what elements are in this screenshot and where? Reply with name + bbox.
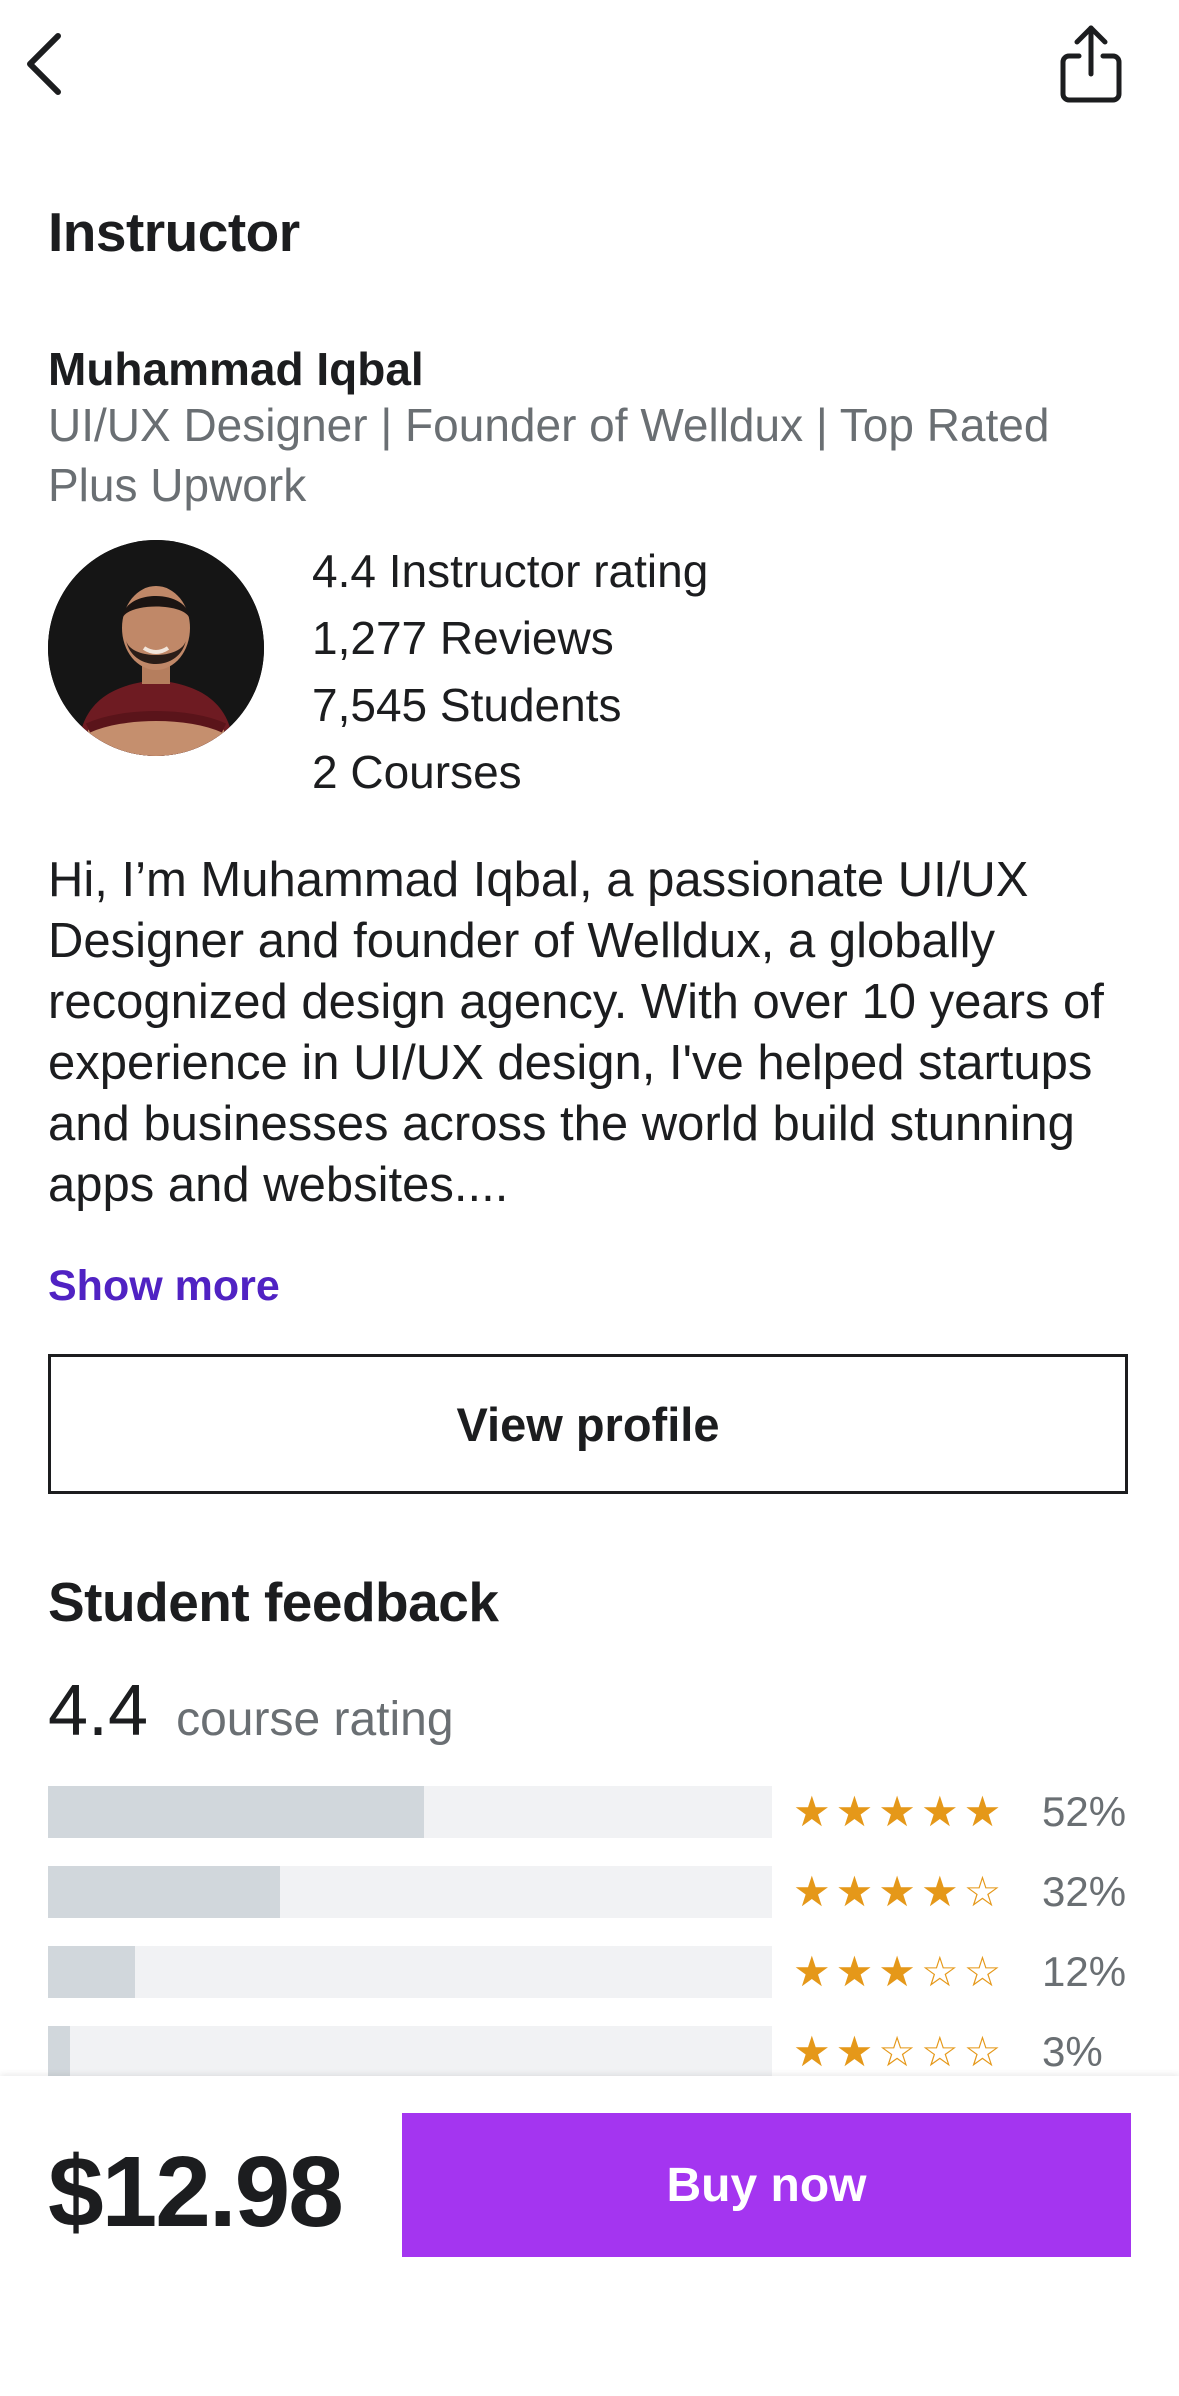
instructor-stats: 4.4 Instructor rating 1,277 Reviews 7,54… — [312, 538, 708, 806]
rating-row-3-star[interactable]: ★★★☆☆ 12% — [48, 1946, 1148, 1998]
instructor-photo — [48, 540, 264, 756]
instructor-reviews: 1,277 Reviews — [312, 612, 614, 664]
show-more-link[interactable]: Show more — [48, 1262, 280, 1311]
rating-row-5-star[interactable]: ★★★★★ 52% — [48, 1786, 1148, 1838]
course-rating-summary: 4.4 course rating — [48, 1670, 454, 1752]
rating-bar-track — [48, 2026, 772, 2078]
star-icons: ★★☆☆☆ — [793, 2028, 1007, 2075]
instructor-avatar[interactable] — [48, 540, 264, 756]
rating-percent: 32% — [1042, 1868, 1127, 1915]
instructor-headline: UI/UX Designer | Founder of Welldux | To… — [48, 399, 1050, 511]
course-price: $12.98 — [48, 2136, 344, 2248]
rating-bar-fill — [48, 1786, 425, 1838]
back-button[interactable] — [20, 28, 70, 100]
share-button[interactable] — [1055, 22, 1127, 106]
course-rating-value: 4.4 — [48, 1671, 149, 1751]
rating-bar-fill — [48, 2026, 70, 2078]
rating-bar-fill — [48, 1866, 280, 1918]
instructor-rating: 4.4 Instructor rating — [312, 545, 709, 597]
student-feedback-title: Student feedback — [48, 1571, 499, 1633]
rating-percent: 52% — [1042, 1788, 1127, 1835]
rating-bar-fill — [48, 1946, 135, 1998]
rating-percent: 3% — [1042, 2028, 1103, 2075]
instructor-name[interactable]: Muhammad Iqbal — [48, 342, 424, 396]
star-icons: ★★★☆☆ — [793, 1948, 1007, 1995]
rating-bar-track — [48, 1866, 772, 1918]
instructor-students: 7,545 Students — [312, 679, 622, 731]
chevron-left-icon — [27, 33, 61, 95]
view-profile-button[interactable]: View profile — [48, 1354, 1128, 1494]
buy-now-button[interactable]: Buy now — [402, 2113, 1131, 2257]
rating-bar-track — [48, 1786, 772, 1838]
instructor-courses: 2 Courses — [312, 746, 522, 798]
top-bar — [0, 0, 1179, 130]
star-icons: ★★★★★ — [793, 1788, 1007, 1835]
rating-percent: 12% — [1042, 1948, 1127, 1995]
rating-row-4-star[interactable]: ★★★★☆ 32% — [48, 1866, 1148, 1918]
instructor-bio: Hi, I’m Muhammad Iqbal, a passionate UI/… — [48, 853, 1104, 1212]
course-rating-label: course rating — [176, 1693, 454, 1746]
star-icons: ★★★★☆ — [793, 1868, 1007, 1915]
share-icon — [1060, 25, 1122, 103]
instructor-section-title: Instructor — [48, 201, 300, 263]
rating-bar-track — [48, 1946, 772, 1998]
rating-row-2-star[interactable]: ★★☆☆☆ 3% — [48, 2026, 1148, 2078]
